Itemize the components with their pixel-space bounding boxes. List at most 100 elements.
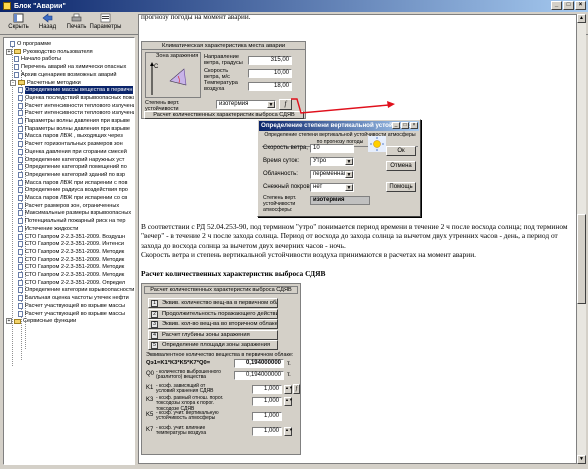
calc-step-button-4[interactable]: 4 Расчет глубины зоны заражения (148, 329, 278, 340)
function-icon[interactable]: f (293, 384, 300, 394)
coef-value-input[interactable]: 1,000 (252, 397, 282, 406)
coef-value-input[interactable]: 0,194000000 (234, 371, 284, 380)
vertical-scrollbar[interactable]: ▲ ▼ (577, 14, 586, 464)
tree-item-label: Сервисные функции (23, 318, 77, 325)
paragraph-wind-note: Скорость ветра и степень вертикальной ус… (141, 250, 477, 259)
expand-icon[interactable]: + (6, 48, 12, 55)
step-number: 1 (151, 300, 158, 307)
dialog-snow-select[interactable]: нет ▼ (310, 183, 354, 192)
top-text: прогнозу погоды на момент аварии. (141, 14, 251, 21)
dialog-maximize-button[interactable]: □ (401, 122, 409, 129)
page-icon (18, 218, 23, 225)
tree-item[interactable]: + Сервисные функции (6, 317, 76, 325)
dialog-time-select[interactable]: Утро ▼ (310, 157, 354, 166)
page-icon (18, 210, 23, 217)
coef-symbol: K5 (146, 412, 154, 418)
back-button[interactable]: Назад (33, 12, 62, 34)
page-icon (18, 110, 23, 117)
scroll-up-icon[interactable]: ▲ (577, 14, 586, 23)
page-icon (18, 248, 23, 255)
chevron-down-icon[interactable]: ▼ (267, 101, 275, 108)
coef-symbol: Q0 (146, 371, 155, 377)
stability-select[interactable]: изотермия ▼ (216, 100, 276, 109)
calc-step-button-2[interactable]: 2 Продолжительность поражающего действия (148, 308, 278, 319)
step-label: Расчет глубины зоны заражения (162, 331, 250, 338)
contents-tree[interactable]: О программе + Руководство пользователя Нача… (3, 37, 135, 465)
calc-bar-button[interactable]: Расчет количественных характеристик выбр… (144, 111, 304, 119)
coef-description: - коэф. учит. влияние температуры воздух… (156, 425, 207, 437)
dialog-wind-input[interactable]: 10 (310, 144, 354, 153)
app-icon (3, 2, 11, 10)
page-icon (18, 272, 23, 278)
coef-unit: т. (287, 372, 291, 378)
step-label: Продолжительность поражающего действия (162, 310, 278, 317)
dialog-cloud-select[interactable]: переменная ▼ (310, 170, 354, 179)
spin-icon[interactable]: ▲▼ (284, 385, 293, 394)
dialog-time-value: Утро (313, 158, 327, 164)
dialog-snow-value: нет (313, 184, 323, 190)
help-content: прогнозу погоды на момент аварии. Климат… (138, 14, 577, 464)
chevron-down-icon[interactable]: ▼ (345, 184, 353, 191)
title-bar: Блок "Аварии" _ □ × (0, 0, 588, 12)
minimize-button[interactable]: _ (551, 1, 562, 10)
page-icon (18, 264, 23, 271)
formula-text: Qэ1=K1*K3*K5*K7*Q0= (146, 360, 211, 366)
options-button[interactable]: Параметры (90, 12, 122, 34)
ok-button[interactable]: Ок (386, 146, 416, 156)
window-title: Блок "Аварии" (14, 2, 66, 10)
chevron-down-icon[interactable]: ▼ (345, 158, 353, 165)
wind-speed-label: Скорость ветра, м/с (204, 68, 230, 80)
calc-step-button-1[interactable]: 1 Эквив. количество вещ-ва в первичном об… (148, 298, 278, 308)
zone-diagram-icon: C (150, 62, 187, 95)
coef-value-input[interactable]: 1,000 (252, 427, 282, 436)
page-icon (18, 233, 23, 240)
dialog-close-button[interactable]: × (410, 122, 418, 129)
calc-step-button-5[interactable]: 5 Определение площади зоны заражения (148, 340, 278, 350)
page-icon (18, 156, 23, 163)
step-number: 4 (151, 331, 158, 339)
coef-value-input[interactable]: 1,000 (252, 412, 282, 421)
back-label: Назад (38, 24, 57, 30)
zone-label: Зона заражения (156, 53, 199, 59)
scroll-down-icon[interactable]: ▼ (577, 455, 586, 464)
dialog-minimize-button[interactable]: _ (392, 122, 400, 129)
equiv-label: Эквивалентное количество вещества в перв… (146, 352, 294, 358)
cancel-button[interactable]: Отмена (386, 161, 416, 171)
page-icon (18, 202, 23, 209)
print-button[interactable]: Печать (62, 12, 91, 34)
page-icon (18, 164, 23, 171)
page-icon (18, 94, 23, 101)
scroll-thumb[interactable] (577, 214, 586, 304)
page-icon (14, 56, 19, 63)
stability-value: изотермия (219, 101, 249, 107)
page-icon (18, 133, 23, 140)
page-icon (18, 302, 23, 309)
calc-step-button-3[interactable]: 3 Эквив. кол-во вещ-ва во вторичном облак… (148, 319, 278, 329)
page-icon (10, 41, 15, 47)
coef-description: - количество выброшенного (разлитого) ве… (156, 369, 221, 381)
maximize-button[interactable]: □ (563, 1, 574, 10)
temperature-input[interactable]: 18,00 (248, 82, 292, 91)
step-number: 5 (151, 342, 158, 349)
expand-icon[interactable]: + (6, 318, 12, 325)
wind-speed-input[interactable]: 10,00 (248, 69, 292, 78)
page-icon (18, 118, 23, 124)
help-button[interactable]: Помощь (386, 182, 416, 192)
page-icon (18, 125, 23, 132)
coef-value-input[interactable]: 1,000 (252, 385, 282, 394)
folder-icon (18, 80, 25, 85)
wind-direction-input[interactable]: 315,00 (248, 56, 292, 65)
coef-symbol: K7 (146, 427, 154, 433)
page-icon (18, 256, 23, 263)
chevron-down-icon[interactable]: ▼ (345, 171, 353, 178)
collapse-icon[interactable]: - (10, 79, 16, 86)
page-icon (18, 279, 23, 286)
paragraph-morning-evening: В соответствии с РД 52.04.253-90, под те… (141, 222, 568, 250)
spin-icon[interactable]: ▲▼ (284, 427, 293, 436)
hide-button[interactable]: Скрыть (4, 12, 33, 34)
dialog-time-label: Время суток: (263, 158, 300, 164)
page-icon (18, 241, 23, 248)
spin-icon[interactable]: ▲▼ (284, 397, 293, 406)
page-icon (18, 179, 23, 186)
close-button[interactable]: × (575, 1, 586, 10)
